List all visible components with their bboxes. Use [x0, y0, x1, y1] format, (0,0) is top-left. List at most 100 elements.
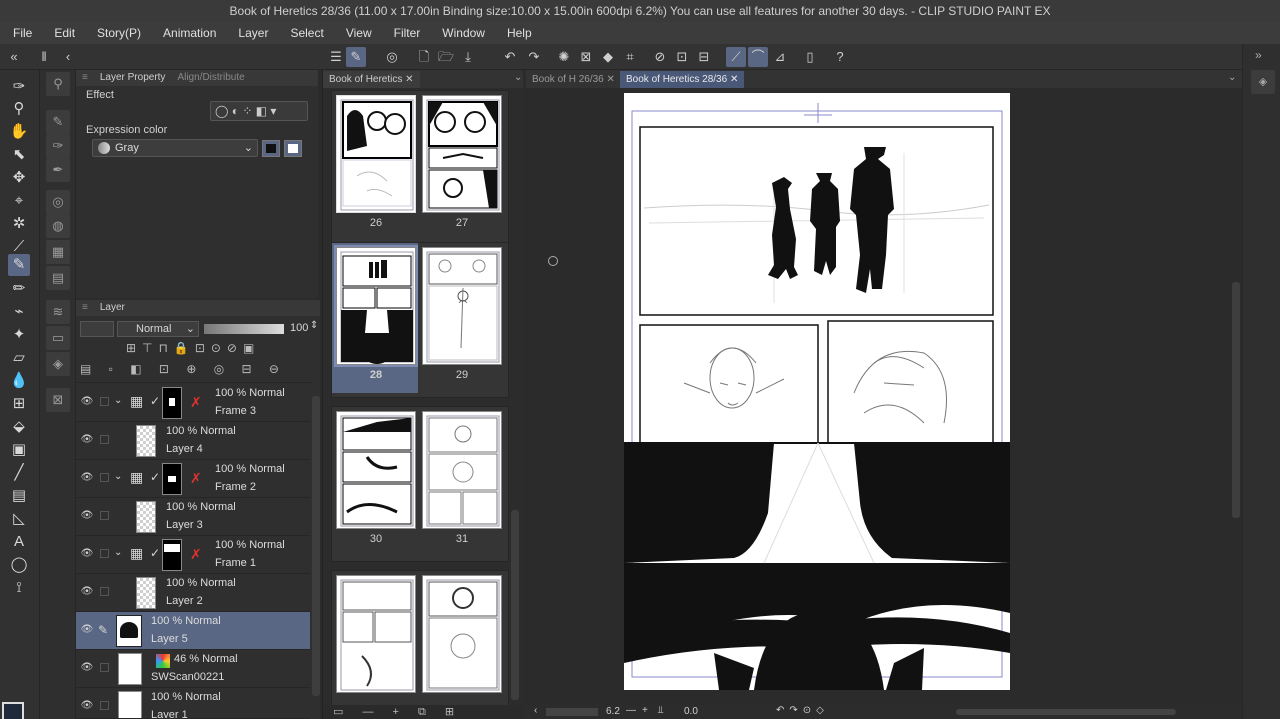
brush-tool-icon[interactable]: ⌁ — [8, 301, 30, 323]
subtool-panel-icon[interactable]: ▭ — [46, 326, 70, 350]
balloon-tool-icon[interactable]: ◯ — [8, 554, 30, 576]
canvas-vertical-scrollbar[interactable] — [1232, 282, 1240, 518]
page-spread[interactable]: 26 27 — [331, 90, 509, 246]
effect-buttons[interactable]: ◯ ◐ ⁘ ◧ ▾ — [210, 101, 308, 121]
lock-toggle[interactable] — [100, 663, 109, 672]
page-thumbnail-33[interactable] — [422, 575, 502, 693]
tab-page-28[interactable]: Book of Heretics 28/36 ✕ — [620, 71, 745, 88]
visibility-eye-icon[interactable]: 👁 — [80, 624, 94, 636]
subtool-list-icon[interactable]: ▤ — [46, 266, 70, 290]
layer-name[interactable]: Frame 1 — [215, 554, 256, 573]
gradient-tool-icon[interactable]: ▣ — [8, 439, 30, 461]
menu-story[interactable]: Story(P) — [84, 22, 150, 44]
layer-actions-toolbar[interactable]: ▤ ▫ ◧ ⊡ ⊕ ◎ ⊟ ⊖ — [80, 362, 316, 378]
lock-toggle[interactable] — [100, 473, 109, 482]
tab-book[interactable]: Book of Heretics ✕ — [323, 71, 420, 88]
folder-expand-icon[interactable]: ⌄ — [114, 471, 122, 482]
layer-row[interactable]: 👁 ⌄ ▦ ✓ ✗ 100 % Normal Frame 3 — [76, 384, 310, 422]
layer-row[interactable]: 👁 100 % Normal Layer 3 — [76, 498, 310, 536]
save-icon[interactable]: ⤓ — [458, 47, 478, 67]
visibility-eye-icon[interactable]: 👁 — [80, 586, 94, 598]
layer-options-toolbar[interactable]: ⊞⊤⊓🔒⊡⊙⊘▣ — [126, 341, 316, 357]
zoom-buttons[interactable]: —+ — [626, 705, 654, 716]
check-icon[interactable]: ✓ — [150, 394, 160, 408]
page-icon[interactable]: ◎ — [382, 47, 402, 67]
black-color-button[interactable] — [262, 140, 280, 157]
lock-toggle[interactable] — [100, 701, 109, 710]
visibility-eye-icon[interactable]: 👁 — [80, 700, 94, 712]
visibility-eye-icon[interactable]: 👁 — [80, 548, 94, 560]
tab-align-distribute[interactable]: Align/Distribute — [171, 70, 250, 86]
folder-expand-icon[interactable]: ⌄ — [114, 547, 122, 558]
layer-stack-icon[interactable]: ◈ — [1251, 70, 1275, 94]
page-spread[interactable] — [331, 570, 509, 710]
line-tool-icon[interactable]: ╱ — [8, 462, 30, 484]
layer-row[interactable]: 👁 100 % Normal Layer 2 — [76, 574, 310, 612]
visibility-eye-icon[interactable]: 👁 — [80, 510, 94, 522]
frame-tool-icon[interactable]: ▤ — [8, 485, 30, 507]
mask-disabled-icon[interactable]: ✗ — [190, 470, 202, 487]
page-spread-selected[interactable]: 28 29 — [331, 242, 509, 398]
visibility-eye-icon[interactable]: 👁 — [80, 472, 94, 484]
zoom-slider[interactable] — [546, 708, 598, 716]
blend-mode-select[interactable]: Normal ⌄ — [117, 321, 199, 337]
snap-special-ruler-icon[interactable]: ⌒ — [748, 47, 768, 67]
selection-tool-icon[interactable]: ⌖ — [8, 190, 30, 212]
color-swatch[interactable] — [2, 702, 36, 719]
crop-icon[interactable]: ⊟ — [694, 47, 714, 67]
page-scrollbar[interactable] — [511, 510, 519, 700]
text-tool-icon[interactable]: A — [8, 531, 30, 553]
pen-tool-icon[interactable]: ✎ — [8, 254, 30, 276]
page-bottom-toolbar[interactable]: ▭ — + ⧉ ⊞ — [323, 705, 523, 719]
page-thumbnail-27[interactable] — [422, 95, 502, 213]
tab-layer[interactable]: Layer — [94, 300, 131, 316]
layer-name[interactable]: Frame 3 — [215, 402, 256, 421]
layer-name[interactable]: Layer 1 — [151, 706, 188, 718]
subtool-navigator-icon[interactable]: ◎ — [46, 190, 70, 214]
angle-value[interactable]: 0.0 — [684, 706, 698, 717]
menu-edit[interactable]: Edit — [41, 22, 84, 44]
grid-tool-icon[interactable]: ⊞ — [8, 393, 30, 415]
eraser-tool-icon[interactable]: ▱ — [8, 347, 30, 369]
folder-expand-icon[interactable]: ⌄ — [114, 395, 122, 406]
menu-filter[interactable]: Filter — [381, 22, 430, 44]
magic-wand-icon[interactable]: ✲ — [8, 213, 30, 235]
close-icon[interactable]: ✕ — [730, 74, 738, 85]
fill-tool-icon[interactable]: ⬙ — [8, 416, 30, 438]
menu-layer[interactable]: Layer — [225, 22, 277, 44]
transform-icon[interactable]: ⌗ — [620, 47, 640, 67]
subtool-close-icon[interactable]: ⊠ — [46, 388, 70, 412]
layer-name[interactable]: Frame 2 — [215, 478, 256, 497]
scroll-left-icon[interactable]: ‹ — [534, 705, 537, 716]
menu-window[interactable]: Window — [429, 22, 494, 44]
expression-color-select[interactable]: Gray ⌄ — [92, 139, 258, 157]
hand-tool-icon[interactable]: ✋ — [8, 121, 30, 143]
panel-menu-icon[interactable]: ≡ — [76, 70, 94, 86]
page-spread[interactable]: 30 31 — [331, 406, 509, 562]
invert-selection-icon[interactable]: ⊡ — [672, 47, 692, 67]
pen-tip-icon[interactable]: ✑ — [8, 76, 30, 98]
subtool-drop-icon[interactable]: ◍ — [46, 214, 70, 238]
ruler-tool-icon[interactable]: ◺ — [8, 508, 30, 530]
visibility-eye-icon[interactable]: 👁 — [80, 434, 94, 446]
hamburger-menu-icon[interactable]: ☰ — [326, 47, 346, 67]
close-icon[interactable]: ✕ — [607, 74, 615, 85]
tab-list-dropdown-icon[interactable]: ⌄ — [1228, 72, 1236, 83]
rotate-buttons[interactable]: ↶↷⊙◇ — [776, 705, 829, 716]
undo-icon[interactable]: ↶ — [500, 47, 520, 67]
zoom-tool-icon[interactable]: ⚲ — [8, 98, 30, 120]
layer-color-select[interactable] — [80, 321, 114, 337]
mask-disabled-icon[interactable]: ✗ — [190, 546, 202, 563]
lock-toggle[interactable] — [100, 397, 109, 406]
layer-scrollbar[interactable] — [312, 396, 320, 696]
opacity-stepper-icon[interactable]: ⇕ — [310, 320, 318, 331]
layer-row[interactable]: 👁 ⌄ ▦ ✓ ✗ 100 % Normal Frame 2 — [76, 460, 310, 498]
layer-name[interactable]: Layer 5 — [151, 630, 188, 649]
tab-layer-property[interactable]: Layer Property — [94, 70, 172, 86]
blend-tool-icon[interactable]: 💧 — [8, 370, 30, 392]
decoration-tool-icon[interactable]: ✦ — [8, 324, 30, 346]
story-edit-icon[interactable]: ✎ — [346, 47, 366, 67]
subtool-layers-icon[interactable]: ≋ — [46, 300, 70, 324]
layer-name[interactable]: SWScan00221 — [151, 668, 224, 687]
close-icon[interactable]: ✕ — [405, 74, 413, 85]
